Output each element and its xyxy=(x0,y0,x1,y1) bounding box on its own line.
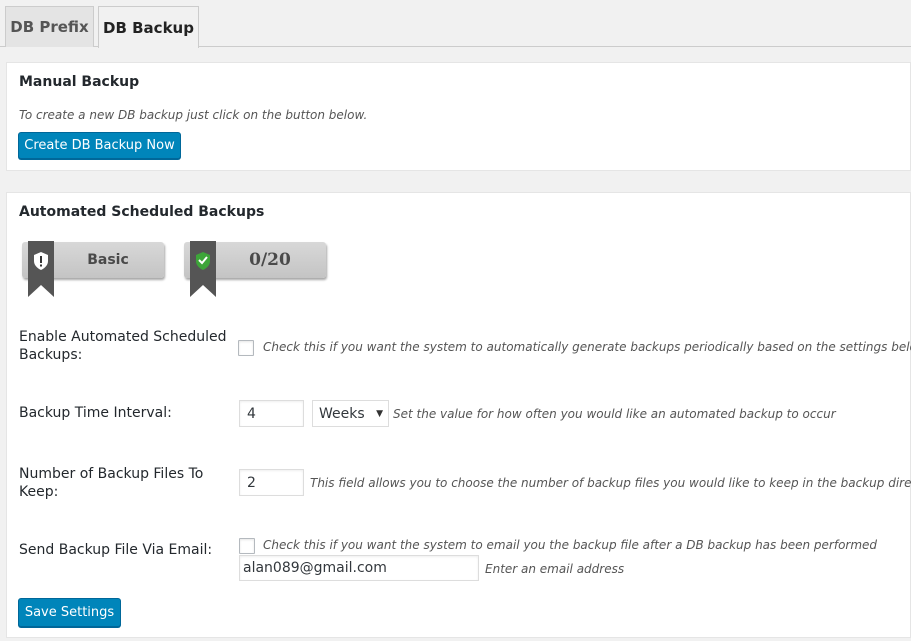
check-shield-icon xyxy=(190,241,216,297)
send-email-label: Send Backup File Via Email: xyxy=(19,542,213,558)
interval-input[interactable]: 4 xyxy=(239,400,304,427)
keep-files-label: Number of Backup Files To Keep: xyxy=(19,466,204,500)
interval-unit-value: Weeks xyxy=(319,405,365,422)
warning-shield-icon xyxy=(28,241,54,297)
save-settings-button[interactable]: Save Settings xyxy=(18,598,121,627)
email-field[interactable]: alan089@gmail.com xyxy=(239,555,479,581)
manual-backup-title: Manual Backup xyxy=(19,74,140,90)
interval-label: Backup Time Interval: xyxy=(19,405,172,421)
manual-backup-description: To create a new DB backup just click on … xyxy=(19,108,368,122)
interval-description: Set the value for how often you would li… xyxy=(393,407,836,421)
tab-bar: DB Prefix DB Backup xyxy=(0,0,911,48)
tab-db-prefix[interactable]: DB Prefix xyxy=(5,6,94,47)
manual-backup-panel: Manual Backup To create a new DB backup … xyxy=(6,62,911,171)
email-hint: Enter an email address xyxy=(485,562,625,576)
enable-auto-backup-label: Enable Automated Scheduled Backups: xyxy=(19,329,227,363)
automated-backup-title: Automated Scheduled Backups xyxy=(19,204,265,220)
send-email-checkbox[interactable] xyxy=(239,538,255,554)
interval-unit-select[interactable]: Weeks ▼ xyxy=(312,400,389,427)
enable-auto-backup-checkbox[interactable] xyxy=(238,340,254,356)
send-email-description: Check this if you want the system to ema… xyxy=(263,538,878,552)
create-backup-button[interactable]: Create DB Backup Now xyxy=(18,132,181,159)
badge-score-label: 0/20 xyxy=(249,250,291,270)
tab-db-backup[interactable]: DB Backup xyxy=(98,6,199,48)
badge-basic-label: Basic xyxy=(87,252,129,268)
automated-backup-panel: Automated Scheduled Backups Basic 0/20 E… xyxy=(6,192,911,638)
enable-auto-backup-description: Check this if you want the system to aut… xyxy=(263,340,911,354)
keep-files-description: This field allows you to choose the numb… xyxy=(310,476,911,490)
keep-files-input[interactable]: 2 xyxy=(239,469,304,496)
chevron-down-icon: ▼ xyxy=(376,408,383,419)
